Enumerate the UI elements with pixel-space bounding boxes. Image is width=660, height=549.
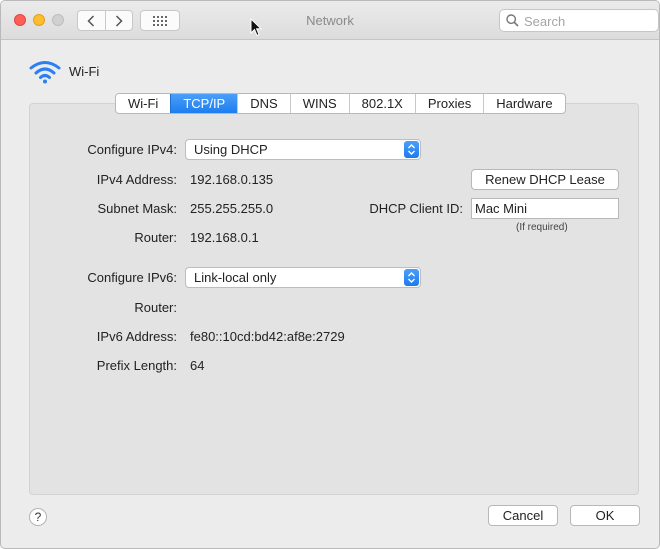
dhcp-client-id-label: DHCP Client ID: (369, 201, 463, 216)
ok-button[interactable]: OK (570, 505, 640, 526)
configure-ipv4-select[interactable]: Using DHCP (185, 139, 421, 160)
chevron-updown-icon (408, 144, 415, 155)
ipv6-address-value: fe80::10cd:bd42:af8e:2729 (190, 329, 345, 344)
help-button[interactable]: ? (29, 508, 47, 526)
dhcp-client-id-field[interactable] (471, 198, 619, 219)
cancel-button[interactable]: Cancel (488, 505, 558, 526)
configure-ipv4-label: Configure IPv4: (87, 142, 177, 157)
search-input[interactable] (522, 12, 656, 31)
select-arrow (404, 141, 419, 158)
tab-proxies[interactable]: Proxies (414, 94, 483, 113)
ipv4-address-label: IPv4 Address: (96, 172, 177, 187)
interface-name: Wi-Fi (69, 64, 100, 79)
subnet-mask-label: Subnet Mask: (97, 201, 178, 216)
title-bar: Network (1, 1, 659, 40)
settings-panel (29, 103, 639, 495)
network-window: Network Wi-Fi Wi-Fi TCP/IP DNS WINS 802.… (0, 0, 660, 549)
renew-dhcp-lease-button[interactable]: Renew DHCP Lease (471, 169, 619, 190)
tab-hardware[interactable]: Hardware (483, 94, 564, 113)
configure-ipv6-label: Configure IPv6: (87, 270, 177, 285)
tab-tcpip[interactable]: TCP/IP (170, 94, 238, 113)
tab-8021x[interactable]: 802.1X (348, 94, 415, 113)
tab-wins[interactable]: WINS (289, 94, 349, 113)
configure-ipv6-value: Link-local only (194, 270, 277, 285)
wifi-icon (29, 61, 61, 84)
prefix-length-value: 64 (190, 358, 205, 373)
ipv6-address-label: IPv6 Address: (96, 329, 177, 344)
prefix-length-label: Prefix Length: (96, 358, 177, 373)
search-icon (506, 14, 519, 27)
configure-ipv4-value: Using DHCP (194, 142, 268, 157)
subnet-mask-value: 255.255.255.0 (190, 201, 274, 216)
tab-bar: Wi-Fi TCP/IP DNS WINS 802.1X Proxies Har… (115, 93, 566, 114)
ipv4-address-value: 192.168.0.135 (190, 172, 274, 187)
configure-ipv6-select[interactable]: Link-local only (185, 267, 421, 288)
dhcp-client-id-hint: (If required) (516, 222, 568, 233)
tab-wifi[interactable]: Wi-Fi (116, 94, 170, 113)
mouse-pointer-icon (250, 18, 262, 37)
ipv6-router-label: Router: (134, 300, 177, 315)
search-field[interactable] (499, 9, 659, 32)
tab-dns[interactable]: DNS (237, 94, 289, 113)
chevron-updown-icon (408, 272, 415, 283)
select-arrow (404, 269, 419, 286)
ipv4-router-value: 192.168.0.1 (190, 230, 259, 245)
ipv4-router-label: Router: (134, 230, 177, 245)
